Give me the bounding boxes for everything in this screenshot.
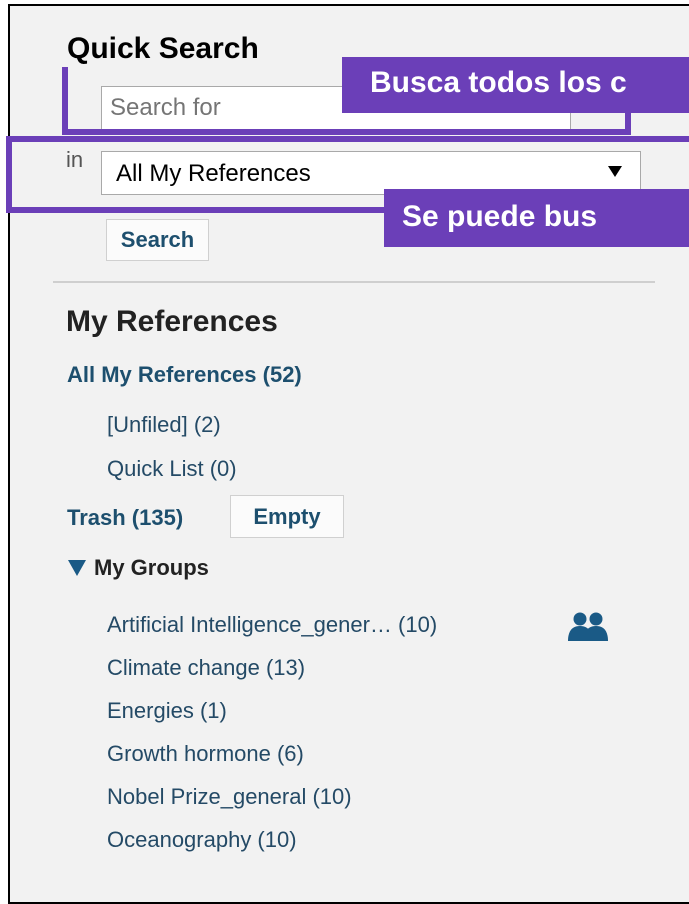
search-button[interactable]: Search: [106, 219, 209, 261]
my-groups-toggle[interactable]: My Groups: [68, 555, 209, 581]
group-item-growth[interactable]: Growth hormone (6): [107, 741, 304, 767]
group-item-climate[interactable]: Climate change (13): [107, 655, 305, 681]
callout-bottom: Se puede bus: [384, 189, 689, 247]
quick-search-title: Quick Search: [67, 32, 259, 65]
unfiled-link[interactable]: [Unfiled] (2): [107, 412, 221, 438]
my-references-title: My References: [66, 305, 278, 338]
divider: [53, 281, 655, 283]
group-item-oceanography[interactable]: Oceanography (10): [107, 827, 297, 853]
shared-group-icon[interactable]: [566, 611, 610, 641]
quick-list-link[interactable]: Quick List (0): [107, 456, 237, 482]
callout-top: Busca todos los c: [342, 57, 689, 113]
expand-triangle-icon: [68, 560, 86, 576]
group-item-energies[interactable]: Energies (1): [107, 698, 227, 724]
my-groups-label: My Groups: [94, 555, 209, 580]
trash-link[interactable]: Trash (135): [67, 505, 183, 531]
all-my-references-link[interactable]: All My References (52): [67, 362, 302, 388]
group-item-nobel[interactable]: Nobel Prize_general (10): [107, 784, 352, 810]
empty-trash-button[interactable]: Empty: [230, 495, 344, 538]
group-item-ai[interactable]: Artificial Intelligence_gener… (10): [107, 612, 437, 638]
